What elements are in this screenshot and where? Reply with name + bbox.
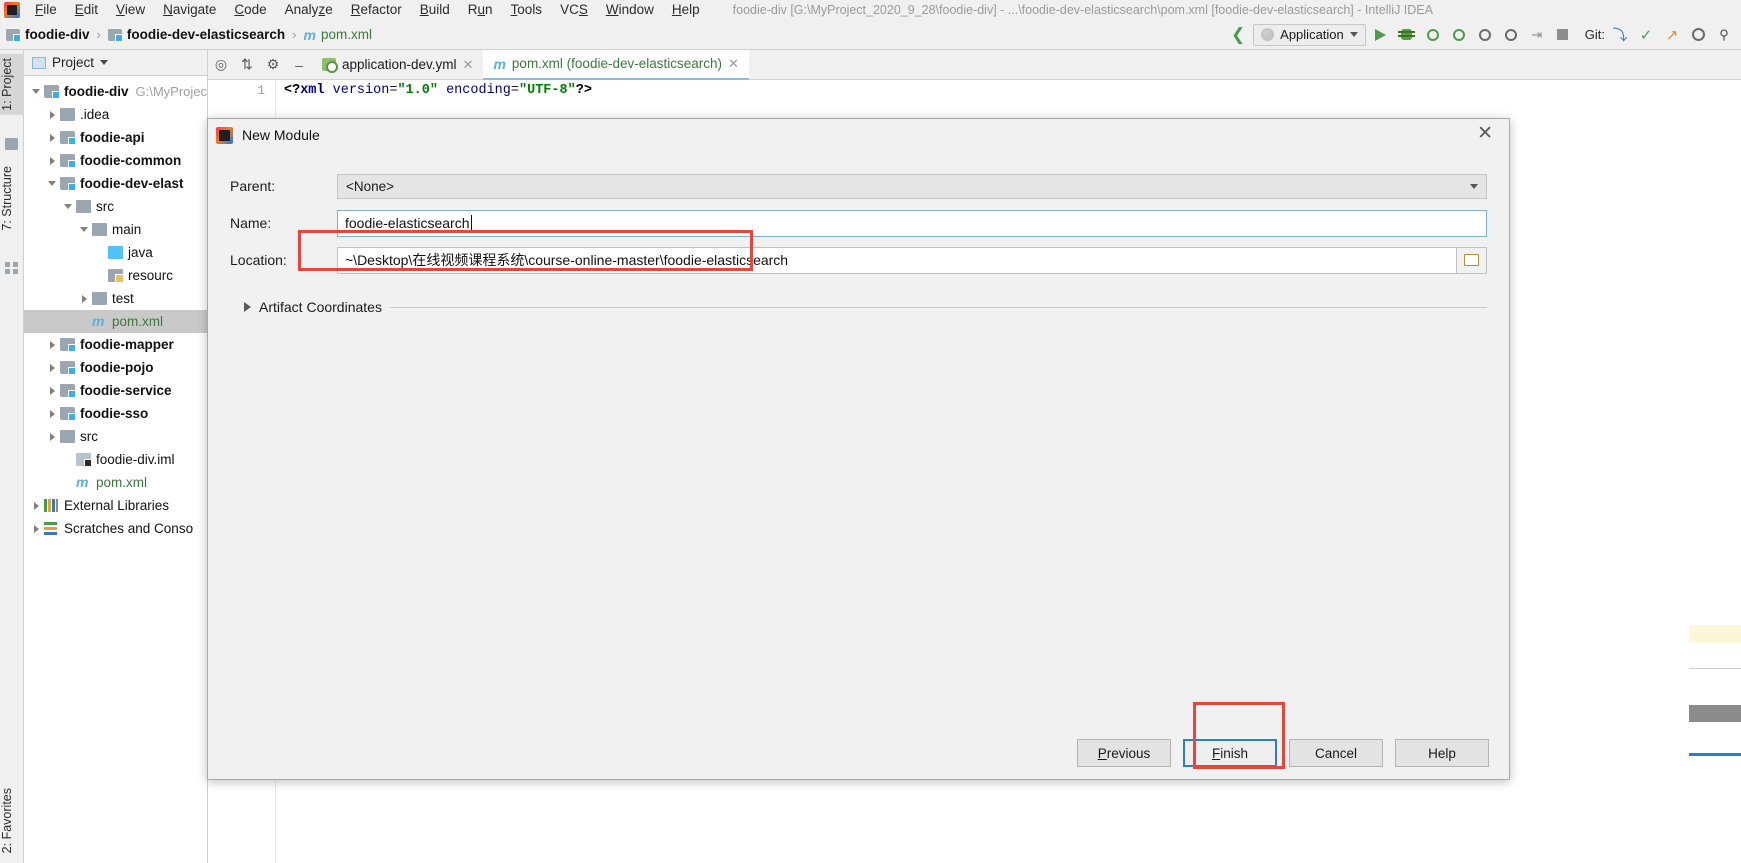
text-caret (470, 214, 472, 232)
close-icon[interactable]: ✕ (1469, 124, 1501, 146)
help-button[interactable]: Help (1395, 739, 1489, 767)
location-input[interactable]: ~\Desktop\在线视频课程系统\course-online-master\… (337, 246, 1457, 274)
parent-select[interactable]: <None> (337, 173, 1487, 199)
name-input-value: foodie-elasticsearch (345, 215, 470, 231)
previous-button[interactable]: Previous (1077, 739, 1171, 767)
help-button-label: Help (1428, 745, 1456, 761)
name-input[interactable]: foodie-elasticsearch (337, 209, 1487, 237)
location-row: Location: ~\Desktop\在线视频课程系统\course-onli… (230, 243, 1487, 277)
section-divider (389, 306, 1487, 308)
folder-browse-icon[interactable] (1457, 246, 1487, 274)
location-input-value: ~\Desktop\在线视频课程系统\course-online-master\… (345, 252, 789, 268)
new-module-dialog: New Module ✕ Parent: <None> Name: foodie… (207, 118, 1510, 780)
artifact-coordinates-section[interactable]: Artifact Coordinates (230, 299, 1487, 315)
dialog-body: Parent: <None> Name: foodie-elasticsearc… (208, 151, 1509, 315)
dialog-footer: Previous Finish Cancel Help (208, 727, 1509, 779)
parent-row: Parent: <None> (230, 169, 1487, 203)
dialog-title-bar: New Module ✕ (208, 119, 1509, 151)
cancel-button[interactable]: Cancel (1289, 739, 1383, 767)
finish-button[interactable]: Finish (1183, 739, 1277, 767)
name-row: Name: foodie-elasticsearch (230, 206, 1487, 240)
modal-overlay: New Module ✕ Parent: <None> Name: foodie… (0, 0, 1741, 863)
chevron-right-icon (244, 302, 251, 312)
parent-label: Parent: (230, 178, 276, 194)
parent-selected-value: <None> (346, 178, 395, 194)
cancel-button-label: Cancel (1314, 745, 1358, 761)
location-label: Location: (230, 252, 287, 268)
dialog-title: New Module (242, 127, 320, 143)
name-label: Name: (230, 215, 272, 231)
artifact-coordinates-label: Artifact Coordinates (259, 299, 382, 315)
intellij-idea-logo-icon (216, 126, 233, 144)
chevron-down-icon (1470, 183, 1478, 189)
